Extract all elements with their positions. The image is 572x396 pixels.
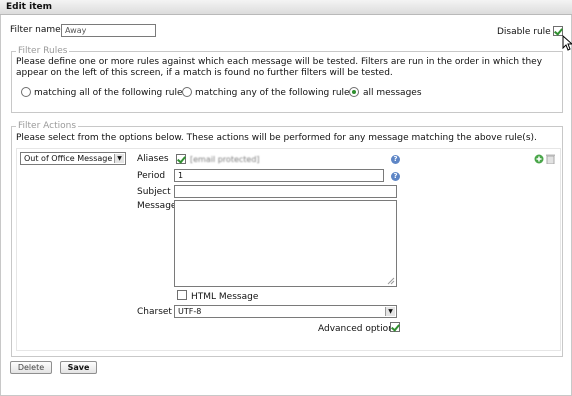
advanced-options-checkbox[interactable] xyxy=(390,322,400,332)
alias-checkbox[interactable] xyxy=(176,154,186,164)
charset-value: UTF-8 xyxy=(178,307,202,316)
save-button[interactable]: Save xyxy=(60,361,97,374)
aliases-label: Aliases xyxy=(137,154,169,164)
radio-match-any-label: matching any of the following rules xyxy=(195,88,355,98)
message-label: Message xyxy=(137,201,177,211)
mouse-cursor-icon xyxy=(562,35,572,51)
radio-all-messages-label: all messages xyxy=(363,88,422,98)
filter-name-input[interactable]: Away xyxy=(61,24,156,37)
filter-rules-description: Please define one or more rules against … xyxy=(16,57,543,78)
period-label: Period xyxy=(137,171,166,181)
html-message-checkbox[interactable] xyxy=(177,290,187,300)
resize-handle-icon[interactable] xyxy=(387,277,395,285)
action-type-value: Out of Office Message xyxy=(24,154,113,163)
message-textarea[interactable] xyxy=(174,200,397,287)
subject-input[interactable] xyxy=(174,185,397,198)
chevron-down-icon: ▼ xyxy=(114,154,124,163)
trash-icon[interactable] xyxy=(546,154,555,164)
filter-actions-legend: Filter Actions xyxy=(18,121,77,131)
delete-button[interactable]: Delete xyxy=(10,361,52,374)
advanced-options-label: Advanced options xyxy=(318,324,399,334)
disable-rule-label: Disable rule xyxy=(497,27,551,37)
period-input[interactable]: 1 xyxy=(174,169,384,182)
subject-label: Subject xyxy=(137,187,171,197)
charset-select[interactable]: UTF-8 ▼ xyxy=(174,305,397,318)
chevron-down-icon: ▼ xyxy=(385,307,395,316)
add-icon[interactable] xyxy=(534,154,544,164)
radio-all-messages[interactable] xyxy=(349,87,359,97)
filter-actions-description: Please select from the options below. Th… xyxy=(16,133,537,143)
charset-label: Charset xyxy=(137,307,172,317)
help-icon[interactable]: ? xyxy=(391,155,400,164)
filter-name-label: Filter name xyxy=(10,25,61,35)
filter-rules-legend: Filter Rules xyxy=(18,46,68,56)
html-message-label: HTML Message xyxy=(191,292,259,302)
window-title: Edit item xyxy=(0,0,572,15)
radio-match-all-label: matching all of the following rules xyxy=(34,88,188,98)
edit-item-panel: Filter name Away Disable rule Filter Rul… xyxy=(0,15,572,396)
radio-match-all[interactable] xyxy=(21,87,31,97)
alias-email: [email protected] xyxy=(190,155,260,164)
radio-match-any[interactable] xyxy=(182,87,192,97)
help-icon[interactable]: ? xyxy=(391,172,400,181)
action-type-select[interactable]: Out of Office Message ▼ xyxy=(20,152,126,165)
